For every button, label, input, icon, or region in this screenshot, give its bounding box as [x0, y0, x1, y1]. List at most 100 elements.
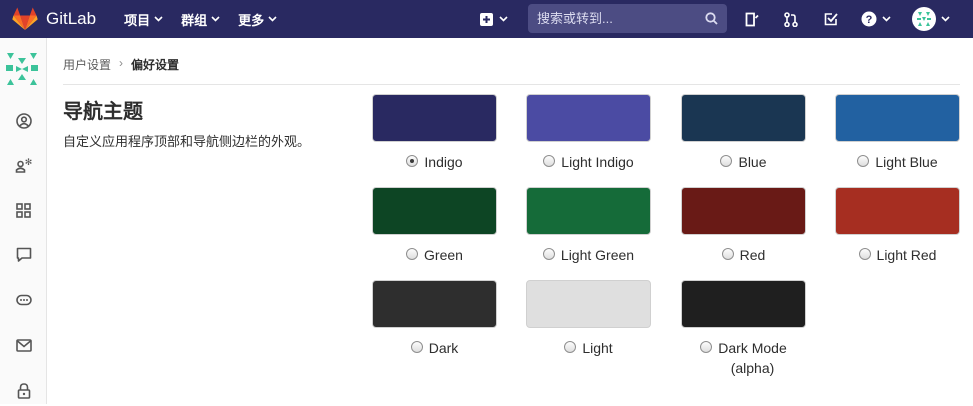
theme-label: Light Green — [526, 245, 651, 265]
main-menu: 项目 群组 更多 — [124, 10, 295, 29]
todo-doc-link[interactable] — [745, 0, 759, 38]
theme-name-line2: (alpha) — [730, 360, 775, 376]
comment-icon — [16, 247, 31, 262]
lock-icon — [17, 383, 30, 399]
theme-option-light-green[interactable]: Light Green — [526, 187, 651, 265]
chevron-down-icon — [268, 16, 277, 22]
chevron-down-icon — [499, 16, 508, 22]
theme-swatch[interactable] — [835, 94, 960, 142]
sidebar-item-password[interactable] — [0, 376, 47, 406]
sidebar-item-chat[interactable] — [0, 240, 47, 270]
section-title: 导航主题 — [63, 101, 143, 123]
menu-more-label: 更多 — [238, 12, 265, 28]
theme-label: Light Blue — [835, 152, 960, 172]
applications-grid-icon — [16, 202, 31, 218]
theme-label: Dark Mode (alpha) — [681, 338, 806, 378]
sidebar-item-account[interactable]: ✻ — [0, 150, 47, 180]
theme-name: Blue — [738, 154, 767, 170]
user-identicon-avatar[interactable] — [3, 50, 41, 88]
theme-radio[interactable] — [542, 248, 555, 260]
theme-swatch[interactable] — [372, 187, 497, 235]
theme-radio[interactable] — [720, 155, 733, 167]
sidebar-item-applications[interactable] — [0, 195, 47, 225]
theme-name: Light Indigo — [561, 154, 634, 170]
breadcrumb-parent-link[interactable]: 用户设置 — [63, 56, 111, 73]
user-menu-dropdown[interactable] — [912, 0, 950, 38]
help-dropdown[interactable]: ? — [861, 0, 891, 38]
app-name: GitLab — [46, 9, 97, 28]
gitlab-home-link[interactable]: GitLab — [12, 7, 96, 31]
theme-swatch[interactable] — [526, 280, 651, 328]
theme-option-green[interactable]: Green — [372, 187, 497, 265]
menu-groups[interactable]: 群组 — [181, 10, 220, 29]
theme-label: Light Red — [835, 245, 960, 265]
theme-name: Light Blue — [875, 154, 938, 170]
theme-option-blue[interactable]: Blue — [681, 94, 806, 172]
theme-option-indigo[interactable]: Indigo — [372, 94, 497, 172]
theme-label: Blue — [681, 152, 806, 172]
theme-radio[interactable] — [406, 248, 419, 260]
search-icon[interactable] — [705, 12, 718, 25]
plus-square-icon — [480, 12, 493, 26]
document-edit-icon — [745, 12, 759, 26]
issues-link[interactable] — [824, 0, 838, 38]
sidebar-item-profile[interactable] — [0, 106, 47, 136]
chevron-right-icon: › — [119, 56, 124, 70]
theme-swatch[interactable] — [372, 280, 497, 328]
theme-swatch[interactable] — [526, 94, 651, 142]
theme-name: Green — [424, 247, 463, 263]
menu-projects-label: 项目 — [124, 12, 151, 28]
new-item-dropdown[interactable] — [480, 7, 516, 31]
theme-name: Light — [582, 340, 613, 356]
sidebar-item-emails[interactable] — [0, 330, 47, 360]
theme-swatch[interactable] — [681, 187, 806, 235]
theme-radio[interactable] — [700, 341, 713, 353]
theme-radio[interactable] — [721, 248, 734, 260]
svg-text:✻: ✻ — [24, 158, 32, 168]
theme-radio[interactable] — [564, 341, 577, 353]
theme-radio[interactable] — [857, 155, 870, 167]
chevron-down-icon — [882, 16, 891, 22]
svg-text:?: ? — [866, 14, 873, 26]
theme-option-dark[interactable]: Dark — [372, 280, 497, 358]
theme-option-dark-mode[interactable]: Dark Mode (alpha) — [681, 280, 806, 378]
section-description: 自定义应用程序顶部和导航侧边栏的外观。 — [63, 134, 311, 149]
navbar-right: ? — [480, 0, 950, 38]
chevron-down-icon — [941, 16, 950, 22]
theme-label: Light Indigo — [526, 152, 651, 172]
theme-swatch[interactable] — [526, 187, 651, 235]
theme-swatch[interactable] — [835, 187, 960, 235]
theme-option-red[interactable]: Red — [681, 187, 806, 265]
theme-label: Indigo — [372, 152, 497, 172]
profile-icon — [15, 113, 32, 129]
gitlab-logo-icon — [12, 7, 38, 30]
search-box — [528, 4, 727, 33]
theme-label: Dark — [372, 338, 497, 358]
search-input[interactable] — [537, 11, 697, 26]
theme-name: Dark — [428, 340, 459, 356]
merge-requests-link[interactable] — [784, 0, 798, 38]
theme-name: Dark Mode (alpha) — [718, 338, 786, 378]
token-icon — [15, 294, 32, 306]
theme-radio[interactable] — [858, 248, 871, 260]
menu-more[interactable]: 更多 — [238, 10, 277, 29]
user-avatar — [912, 7, 936, 31]
sidebar-item-access-tokens[interactable] — [0, 285, 47, 315]
theme-radio[interactable] — [543, 155, 556, 167]
theme-label: Green — [372, 245, 497, 265]
theme-option-light-indigo[interactable]: Light Indigo — [526, 94, 651, 172]
theme-option-light-red[interactable]: Light Red — [835, 187, 960, 265]
theme-radio[interactable] — [406, 155, 419, 167]
merge-request-icon — [784, 11, 798, 27]
menu-projects[interactable]: 项目 — [124, 10, 163, 29]
theme-option-light[interactable]: Light — [526, 280, 651, 358]
theme-radio[interactable] — [410, 341, 423, 353]
theme-swatch[interactable] — [372, 94, 497, 142]
theme-swatch[interactable] — [681, 280, 806, 328]
theme-swatch[interactable] — [681, 94, 806, 142]
top-navbar: GitLab 项目 群组 更多 搜索或转到... ? — [0, 0, 973, 38]
theme-option-light-blue[interactable]: Light Blue — [835, 94, 960, 172]
account-settings-icon: ✻ — [15, 158, 32, 173]
theme-name-line1: Dark Mode — [718, 340, 787, 356]
menu-groups-label: 群组 — [181, 12, 208, 28]
